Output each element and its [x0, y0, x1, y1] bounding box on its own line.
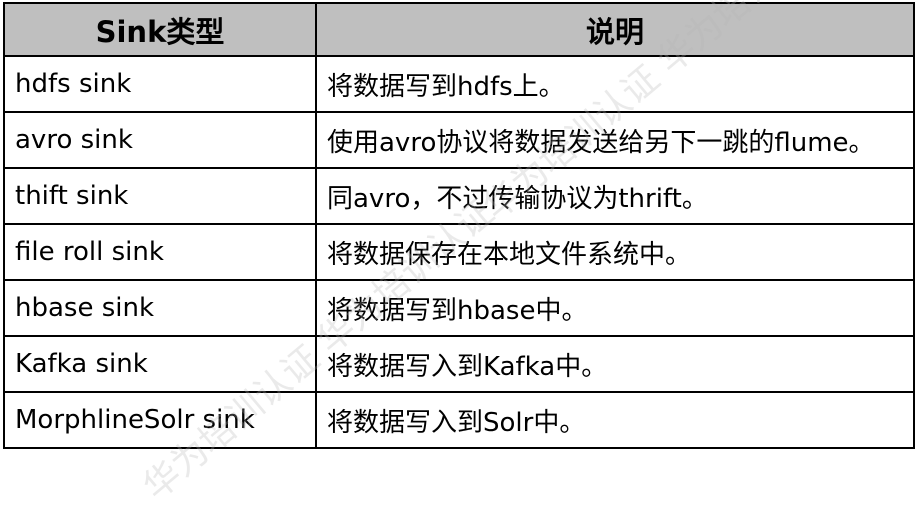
table-row: thift sink 同avro，不过传输协议为thrift。 — [3, 167, 915, 225]
sink-type-cell: hdfs sink — [3, 55, 317, 113]
sink-types-table: Sink类型 说明 hdfs sink 将数据写到hdfs上。 avro sin… — [3, 2, 915, 449]
sink-types-table-container: Sink类型 说明 hdfs sink 将数据写到hdfs上。 avro sin… — [3, 2, 915, 464]
table-header-row: Sink类型 说明 — [3, 2, 915, 57]
description-cell: 将数据写入到Kafka中。 — [315, 335, 915, 393]
sink-type-cell: file roll sink — [3, 223, 317, 281]
sink-type-cell: MorphlineSolr sink — [3, 391, 317, 449]
description-cell: 将数据写到hbase中。 — [315, 279, 915, 337]
description-cell: 将数据写到hdfs上。 — [315, 55, 915, 113]
table-row: Kafka sink 将数据写入到Kafka中。 — [3, 335, 915, 393]
description-cell: 同avro，不过传输协议为thrift。 — [315, 167, 915, 225]
table-row: avro sink 使用avro协议将数据发送给另下一跳的flume。 — [3, 111, 915, 169]
table-row: file roll sink 将数据保存在本地文件系统中。 — [3, 223, 915, 281]
table-row: hdfs sink 将数据写到hdfs上。 — [3, 55, 915, 113]
description-cell: 将数据写入到Solr中。 — [315, 391, 915, 449]
sink-type-cell: hbase sink — [3, 279, 317, 337]
header-description: 说明 — [315, 2, 915, 57]
table-row: hbase sink 将数据写到hbase中。 — [3, 279, 915, 337]
sink-type-cell: thift sink — [3, 167, 317, 225]
sink-type-cell: Kafka sink — [3, 335, 317, 393]
sink-type-cell: avro sink — [3, 111, 317, 169]
header-sink-type: Sink类型 — [3, 2, 317, 57]
description-cell: 将数据保存在本地文件系统中。 — [315, 223, 915, 281]
table-row: MorphlineSolr sink 将数据写入到Solr中。 — [3, 391, 915, 449]
description-cell: 使用avro协议将数据发送给另下一跳的flume。 — [315, 111, 915, 169]
